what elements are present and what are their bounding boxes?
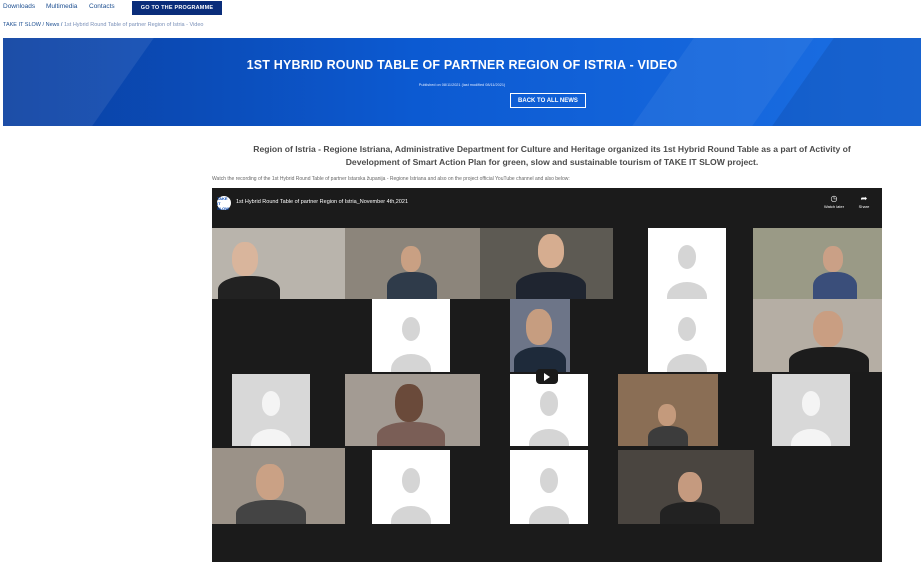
participant-placeholder: [372, 450, 450, 524]
watch-recording-text: Watch the recording of the 1st Hybrid Ro…: [212, 176, 570, 182]
page-title: 1ST HYBRID ROUND TABLE OF PARTNER REGION…: [246, 58, 678, 72]
watch-later-button[interactable]: ◷ Watch later: [823, 194, 845, 209]
avatar-placeholder-icon: [666, 354, 708, 372]
play-icon: [544, 372, 550, 381]
hero-banner: 1ST HYBRID ROUND TABLE OF PARTNER REGION…: [3, 38, 921, 126]
share-button[interactable]: ➦ Share: [853, 194, 875, 209]
intro-line: Region of Istria - Regione Istriana, Adm…: [253, 144, 851, 154]
participant-body: [660, 502, 720, 524]
breadcrumb-separator: /: [60, 22, 63, 28]
avatar-placeholder-icon: [528, 506, 570, 524]
participant-video: [618, 450, 754, 524]
avatar-placeholder-icon: [677, 245, 697, 270]
avatar-placeholder-icon: [261, 391, 281, 416]
video-top-bar: TAKE IT SLOW 1st Hybrid Round Table of p…: [212, 188, 882, 228]
avatar-placeholder-icon: [677, 316, 697, 342]
avatar-placeholder-icon: [401, 316, 421, 342]
avatar-placeholder-icon: [539, 467, 559, 493]
participant-placeholder: [648, 299, 726, 372]
participant-video: [618, 374, 718, 446]
participant-head: [526, 309, 552, 345]
channel-logo[interactable]: TAKE IT SLOW: [217, 196, 231, 211]
participant-video: [345, 228, 480, 299]
nav-link-multimedia[interactable]: Multimedia: [46, 3, 77, 10]
nav-link-contacts[interactable]: Contacts: [89, 3, 115, 10]
participant-video: [753, 228, 882, 299]
avatar-placeholder-icon: [801, 391, 821, 416]
participant-body: [377, 422, 445, 446]
participant-body: [516, 272, 586, 299]
participant-body: [648, 426, 688, 446]
go-to-programme-button[interactable]: GO TO THE PROGRAMME: [132, 1, 222, 15]
nav-link-downloads[interactable]: Downloads: [3, 3, 35, 10]
video-title[interactable]: 1st Hybrid Round Table of partner Region…: [236, 199, 408, 205]
share-label: Share: [858, 204, 870, 209]
clock-icon: ◷: [830, 194, 838, 203]
participant-placeholder: [648, 228, 726, 299]
participant-placeholder: [510, 374, 588, 446]
avatar-placeholder-icon: [528, 428, 570, 446]
participant-head: [256, 464, 284, 500]
participant-placeholder: [372, 299, 450, 372]
participant-video: [753, 299, 882, 372]
top-navigation: Downloads Multimedia Contacts GO TO THE …: [0, 0, 921, 18]
participant-head: [823, 246, 843, 272]
avatar-placeholder-icon: [390, 506, 432, 524]
breadcrumb: TAKE IT SLOW / News / 1st Hybrid Round T…: [3, 22, 203, 28]
avatar-placeholder-icon: [539, 391, 559, 416]
back-to-all-news-button[interactable]: BACK TO ALL NEWS: [510, 93, 586, 108]
play-button[interactable]: [536, 369, 558, 384]
participant-body: [236, 500, 306, 524]
hero-decoration: [3, 38, 154, 126]
participant-placeholder: [772, 374, 850, 446]
participant-placeholder: [232, 374, 310, 446]
avatar-placeholder-icon: [390, 354, 432, 372]
participant-body: [218, 276, 280, 299]
participant-video: [480, 228, 613, 299]
avatar-placeholder-icon: [790, 428, 832, 446]
participant-head: [232, 242, 258, 276]
breadcrumb-home[interactable]: TAKE IT SLOW: [3, 22, 41, 28]
intro-line: Development of Smart Action Plan for gre…: [345, 157, 759, 167]
participant-body: [789, 347, 869, 372]
participant-head: [813, 311, 843, 347]
participant-placeholder: [510, 450, 588, 524]
participant-head: [678, 472, 702, 502]
avatar-placeholder-icon: [401, 467, 421, 493]
participant-head: [658, 404, 676, 426]
participant-video: [212, 228, 345, 299]
participant-head: [538, 234, 564, 268]
participant-video: [345, 374, 480, 446]
share-icon: ➦: [860, 194, 868, 203]
participant-body: [387, 272, 437, 299]
participant-video: [510, 299, 570, 372]
avatar-placeholder-icon: [250, 428, 292, 446]
breadcrumb-current: 1st Hybrid Round Table of partner Region…: [63, 22, 204, 28]
published-date: Published on 08/11/2021 (last modified 0…: [418, 83, 506, 87]
participant-head: [395, 384, 423, 422]
watch-later-label: Watch later: [823, 204, 845, 209]
breadcrumb-separator: /: [42, 22, 45, 28]
breadcrumb-news[interactable]: News: [46, 22, 60, 28]
participant-head: [401, 246, 421, 272]
youtube-video-player[interactable]: TAKE IT SLOW 1st Hybrid Round Table of p…: [212, 188, 882, 562]
article-intro: Region of Istria - Regione Istriana, Adm…: [212, 143, 892, 169]
avatar-placeholder-icon: [666, 281, 708, 299]
participant-video: [212, 448, 345, 524]
participant-body: [813, 272, 857, 299]
